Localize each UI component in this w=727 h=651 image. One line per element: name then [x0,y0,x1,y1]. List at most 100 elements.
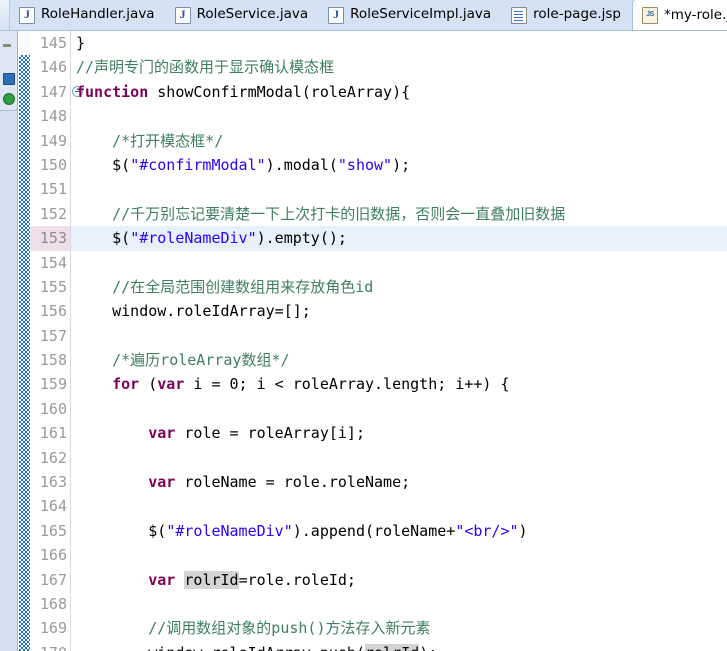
editor-tab-rolehandler-java[interactable]: RoleHandler.java [10,0,166,30]
java-file-icon [328,6,345,24]
line-number[interactable]: 167 [30,567,71,592]
code-token-plain: ); [392,155,411,174]
code-line[interactable]: 161 var role = roleArray[i]; [30,421,727,446]
line-number[interactable]: 161 [30,421,71,446]
code-token-plain: } [76,34,86,52]
code-token-plain: window.roleIdArray.push( [148,644,365,651]
code-line[interactable]: 163 var roleName = role.roleName; [30,470,727,495]
code-line-text: /*打开模态框*/ [76,129,223,153]
code-line[interactable]: 155 //在全局范围创建数组用来存放角色id [30,274,727,300]
blue-marker-icon[interactable] [3,73,15,85]
line-number[interactable]: 162 [30,445,71,471]
line-number[interactable]: 165 [30,518,71,544]
code-line-text: function showConfirmModal(roleArray){ [76,80,410,104]
code-line-text: window.roleIdArray=[]; [76,299,311,323]
code-line[interactable]: 154 [30,250,727,275]
line-number[interactable]: 154 [30,250,71,275]
left-tool-panel[interactable] [0,31,17,111]
line-number[interactable]: 168 [30,591,71,617]
code-line-text: /*遍历roleArray数组*/ [76,348,289,372]
code-line[interactable]: 152 //千万别忘记要清楚一下上次打卡的旧数据，否则会一直叠加旧数据 [30,201,727,227]
code-line[interactable]: 167 var rolrId=role.roleId; [30,567,727,592]
line-number[interactable]: 147 [30,79,71,105]
code-token-comment: //千万别忘记要清楚一下上次打卡的旧数据，否则会一直叠加旧数据 [112,204,566,223]
code-line[interactable]: 151 [30,177,727,202]
code-token-comment: //在全局范围创建数组用来存放角色id [112,277,374,296]
code-line[interactable]: 148 [30,104,727,129]
editor-tab-my-role-js[interactable]: *my-role.js✖ [631,0,727,30]
code-token-kw: function [76,82,149,101]
code-token-plain: =role.roleId; [238,570,356,589]
line-number[interactable]: 156 [30,299,71,324]
code-line[interactable]: 169 //调用数组对象的push()方法存入新元素 [30,616,727,641]
code-token-kw: var [148,570,176,589]
line-number[interactable]: 164 [30,494,71,519]
js-file-icon [641,7,658,24]
code-line[interactable]: 164 [30,494,727,519]
line-number[interactable]: 159 [30,372,71,397]
code-line[interactable]: 165 $("#roleNameDiv").append(roleName+"<… [30,518,727,544]
code-token-kw: var [148,473,176,492]
code-line[interactable]: 168 [30,591,727,617]
editor-tab-label: *my-role.js [663,6,727,23]
code-token-plain: ); [419,644,437,651]
code-line-text: var role = roleArray[i]; [76,421,365,445]
line-number[interactable]: 151 [30,177,71,202]
line-number[interactable]: 160 [30,396,71,422]
code-token-kw: var [157,375,185,394]
code-line[interactable]: 146 //声明专门的函数用于显示确认模态框 [30,55,727,80]
editor-tab-roleserviceimpl-java[interactable]: RoleServiceImpl.java [319,0,503,30]
line-number[interactable]: 170 [30,640,71,651]
code-line[interactable]: 170 window.roleIdArray.push(rolrId); [30,640,727,651]
code-token-plain: roleName = role.roleName; [175,473,411,492]
line-number[interactable]: 145 [30,31,71,56]
code-line[interactable]: 150 $("#confirmModal").modal("show"); [30,152,727,178]
code-line[interactable]: 159 for (var i = 0; i < roleArray.length… [30,372,727,397]
folding-annotation-column[interactable] [19,55,30,651]
code-token-plain: ).modal( [265,155,338,174]
code-editor-area[interactable]: 145} 146//声明专门的函数用于显示确认模态框 147 function sho… [30,31,727,651]
code-line[interactable]: 156 window.roleIdArray=[]; [30,299,727,324]
line-number[interactable]: 148 [30,104,71,129]
editor-tab-label: RoleHandler.java [41,6,155,23]
code-line-text: $("#roleNameDiv").empty(); [76,226,347,250]
editor-tab-role-page-jsp[interactable]: role-page.jsp [502,0,632,30]
line-number[interactable]: 158 [30,348,71,373]
line-number[interactable]: 153 [30,226,71,251]
minimize-icon[interactable] [3,44,11,47]
code-token-comment: //声明专门的函数用于显示确认模态框 [76,58,335,77]
editor-tab-roleservice-java[interactable]: RoleService.java [165,0,320,30]
line-number[interactable]: 163 [30,470,71,495]
line-number[interactable]: 149 [30,128,71,153]
code-line-text: //在全局范围创建数组用来存放角色id [76,275,373,299]
code-line-text: for (var i = 0; i < roleArray.length; i+… [76,372,509,396]
code-line[interactable]: 153 $("#roleNameDiv").empty(); [30,226,727,251]
line-number[interactable]: 152 [30,201,71,227]
code-line[interactable]: 158 /*遍历roleArray数组*/ [30,348,727,373]
editor-tab-label: RoleServiceImpl.java [350,6,492,23]
code-token-plain: ) [518,521,528,540]
code-line[interactable]: 145} [30,31,727,56]
line-number[interactable]: 166 [30,543,71,568]
jsp-file-icon [511,6,528,24]
line-number[interactable]: 155 [30,274,71,300]
code-line-text: var rolrId=role.roleId; [76,568,356,592]
code-line[interactable]: 162 [30,445,727,471]
java-file-icon [19,6,35,24]
code-line[interactable]: 149 /*打开模态框*/ [30,128,727,153]
line-number[interactable]: 169 [30,616,71,641]
left-tool-strip [0,31,18,651]
line-number[interactable]: 146 [30,55,71,80]
code-token-str: "<br/>" [455,521,519,540]
code-token-str: "#confirmModal" [130,155,266,174]
code-line[interactable]: 157 [30,323,727,349]
line-number[interactable]: 157 [30,323,71,349]
code-line-text: //调用数组对象的push()方法存入新元素 [76,616,430,640]
code-line[interactable]: 166 [30,543,727,568]
line-number[interactable]: 150 [30,152,71,178]
code-token-plain: ( [139,375,158,394]
code-line[interactable]: 147 function showConfirmModal(roleArray){ [30,79,727,105]
code-token-str: "#roleNameDiv" [166,521,293,540]
code-line[interactable]: 160 [30,396,727,422]
green-run-icon[interactable] [3,93,15,105]
